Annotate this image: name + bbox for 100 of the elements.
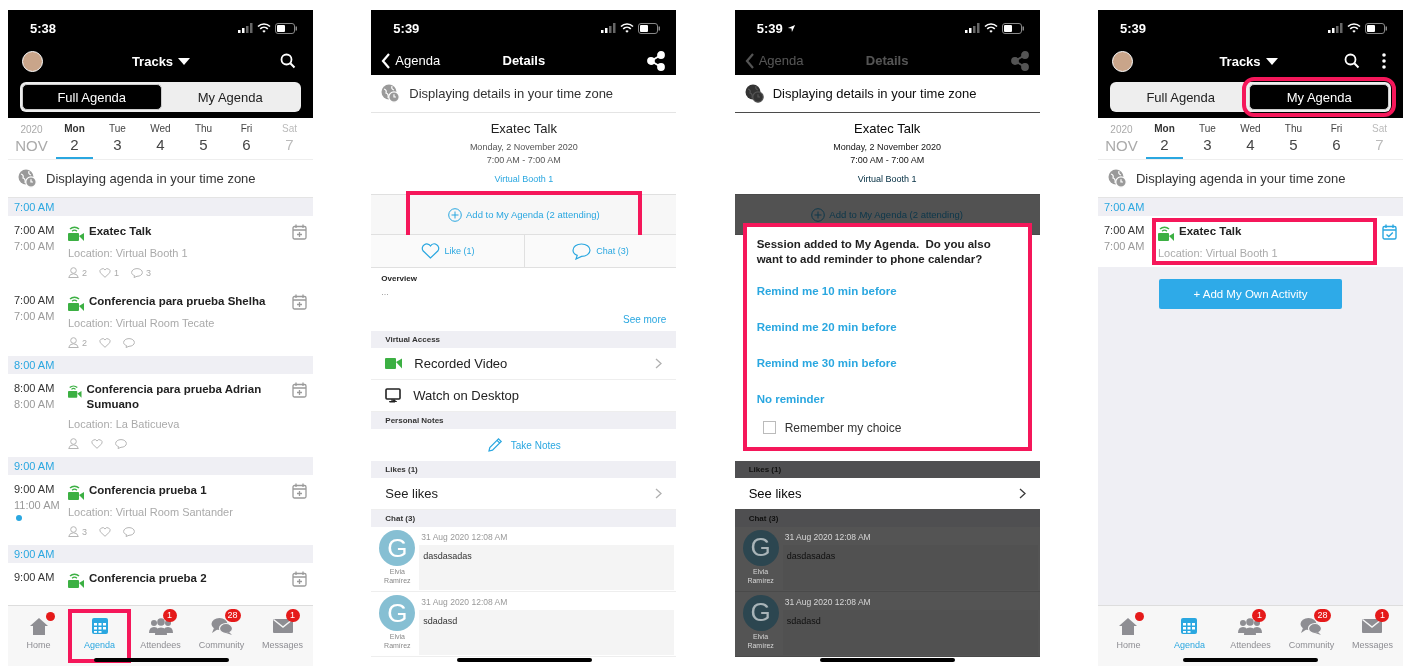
session-title: Exatec Talk bbox=[490, 121, 557, 136]
video-camera-icon bbox=[68, 483, 84, 500]
heart-icon bbox=[99, 267, 111, 278]
envelope-icon bbox=[271, 618, 294, 634]
date-tab[interactable]: Mon 2 bbox=[56, 118, 93, 159]
search-icon[interactable] bbox=[280, 53, 296, 69]
tab-bar-item[interactable]: 1 Attendees bbox=[130, 610, 191, 662]
overview-text: ... bbox=[381, 287, 390, 297]
chat-bubbles-icon bbox=[1300, 617, 1323, 635]
section-header: Chat (3) bbox=[385, 514, 416, 523]
calendar-add-icon[interactable] bbox=[292, 382, 307, 398]
end-time: 7:00 AM bbox=[1104, 240, 1146, 252]
tracks-dropdown[interactable]: Tracks bbox=[63, 53, 259, 69]
avatar[interactable] bbox=[1112, 50, 1133, 72]
heart-icon bbox=[420, 243, 440, 259]
event-location: Location: Virtual Booth 1 bbox=[1158, 247, 1279, 259]
access-option[interactable]: Recorded Video bbox=[371, 348, 677, 380]
end-time: 11:00 AM bbox=[14, 499, 61, 511]
date-tab[interactable]: Thu 5 bbox=[185, 118, 222, 159]
screen-title: Details bbox=[502, 53, 546, 68]
plus-circle-icon bbox=[811, 207, 826, 222]
avatar: G bbox=[742, 529, 779, 566]
date-tab[interactable]: Mon 2 bbox=[1146, 118, 1183, 159]
tracks-dropdown[interactable]: Tracks bbox=[1153, 53, 1344, 69]
speech-bubble-icon bbox=[572, 242, 592, 260]
video-camera-icon bbox=[1158, 224, 1174, 241]
start-time: 8:00 AM bbox=[14, 382, 56, 394]
wifi-icon bbox=[257, 23, 271, 33]
start-time: 7:00 AM bbox=[14, 224, 56, 236]
time-slot-header: 7:00 AM bbox=[1104, 201, 1145, 213]
notification-count: 28 bbox=[224, 609, 241, 622]
chevron-right-icon bbox=[655, 358, 663, 369]
calendar-add-icon[interactable] bbox=[292, 571, 307, 587]
person-icon bbox=[68, 526, 79, 537]
calendar-add-icon[interactable] bbox=[292, 224, 307, 240]
video-camera-icon bbox=[68, 571, 84, 588]
share-icon[interactable] bbox=[646, 50, 667, 71]
see-likes-row[interactable]: See likes bbox=[734, 477, 1040, 510]
checkbox[interactable] bbox=[762, 421, 776, 435]
date-tab[interactable]: Wed 4 bbox=[1232, 118, 1269, 159]
timezone-note: Displaying agenda in your time zone bbox=[1136, 171, 1346, 186]
section-header: Likes (1) bbox=[385, 465, 418, 474]
chevron-right-icon bbox=[655, 488, 663, 499]
segment-tab[interactable]: My Agenda bbox=[161, 84, 299, 110]
end-time: 7:00 AM bbox=[14, 310, 56, 322]
event-title: Exatec Talk bbox=[1179, 224, 1242, 239]
stat-count: 3 bbox=[82, 526, 87, 537]
timezone-note: Displaying agenda in your time zone bbox=[46, 171, 256, 186]
envelope-icon bbox=[1361, 618, 1384, 634]
year-label: 2020 bbox=[20, 123, 43, 135]
person-icon bbox=[68, 438, 79, 449]
message-time: 31 Aug 2020 12:08 AM bbox=[783, 595, 872, 607]
calendar-check-icon[interactable] bbox=[1382, 224, 1397, 240]
stat-count: 2 bbox=[82, 267, 87, 278]
calendar-add-icon[interactable] bbox=[292, 294, 307, 310]
event-location: Location: Virtual Room Santander bbox=[68, 506, 234, 518]
chat-bubbles-icon bbox=[210, 617, 233, 635]
heart-icon bbox=[91, 438, 103, 449]
location-link[interactable]: Virtual Booth 1 bbox=[857, 174, 917, 184]
start-time: 9:00 AM bbox=[14, 483, 56, 495]
back-button[interactable]: Agenda bbox=[381, 52, 441, 69]
date-tab[interactable]: Tue 3 bbox=[1189, 118, 1226, 159]
monitor-icon bbox=[385, 388, 402, 403]
heart-icon bbox=[99, 526, 111, 537]
home-icon bbox=[1118, 617, 1139, 635]
event-title: Conferencia para prueba Adrian Sumuano bbox=[86, 382, 263, 412]
date-tab[interactable]: Thu 5 bbox=[1275, 118, 1312, 159]
message-bubble: sdadasd bbox=[419, 610, 675, 655]
date-tab[interactable]: Wed 4 bbox=[142, 118, 179, 159]
segment-tab[interactable]: Full Agenda bbox=[22, 84, 162, 110]
video-camera-icon bbox=[68, 294, 84, 311]
status-time: 5:39 bbox=[756, 20, 783, 36]
date-tab[interactable]: Tue 3 bbox=[99, 118, 136, 159]
wifi-icon bbox=[620, 23, 635, 33]
overview-heading: Overview bbox=[381, 274, 418, 283]
date-tab[interactable]: Fri 6 bbox=[228, 118, 265, 159]
tab-bar-item[interactable]: 1 Messages bbox=[252, 610, 313, 662]
event-card[interactable]: 7:00 AM 7:00 AM Exatec Talk Location: Virtual Booth 1 bbox=[1098, 216, 1403, 267]
segment-tab[interactable]: Full Agenda bbox=[1112, 84, 1250, 110]
wifi-icon bbox=[983, 23, 998, 33]
session-time: 7:00 AM - 7:00 AM bbox=[486, 155, 561, 165]
globe-clock-icon bbox=[744, 84, 764, 103]
time-slot-header: 9:00 AM bbox=[14, 548, 55, 560]
calendar-icon bbox=[90, 617, 109, 635]
signal-icon bbox=[238, 23, 253, 33]
time-slot-header: 8:00 AM bbox=[14, 359, 55, 371]
more-icon[interactable] bbox=[1382, 53, 1386, 69]
tab-bar-item[interactable]: 1 Attendees bbox=[1220, 610, 1281, 662]
avatar[interactable] bbox=[22, 50, 43, 72]
tab-bar-item[interactable]: 1 Messages bbox=[1342, 610, 1403, 662]
notification-count: 1 bbox=[1252, 609, 1267, 622]
calendar-add-icon[interactable] bbox=[292, 483, 307, 499]
heart-icon bbox=[99, 337, 111, 348]
event-title: Conferencia prueba 1 bbox=[89, 483, 207, 498]
date-tab[interactable]: Fri 6 bbox=[1318, 118, 1355, 159]
avatar: G bbox=[379, 530, 416, 566]
section-header: Likes (1) bbox=[748, 464, 782, 474]
globe-clock-icon bbox=[18, 169, 37, 188]
month-label: NOV bbox=[15, 136, 48, 154]
search-icon[interactable] bbox=[1344, 53, 1360, 69]
